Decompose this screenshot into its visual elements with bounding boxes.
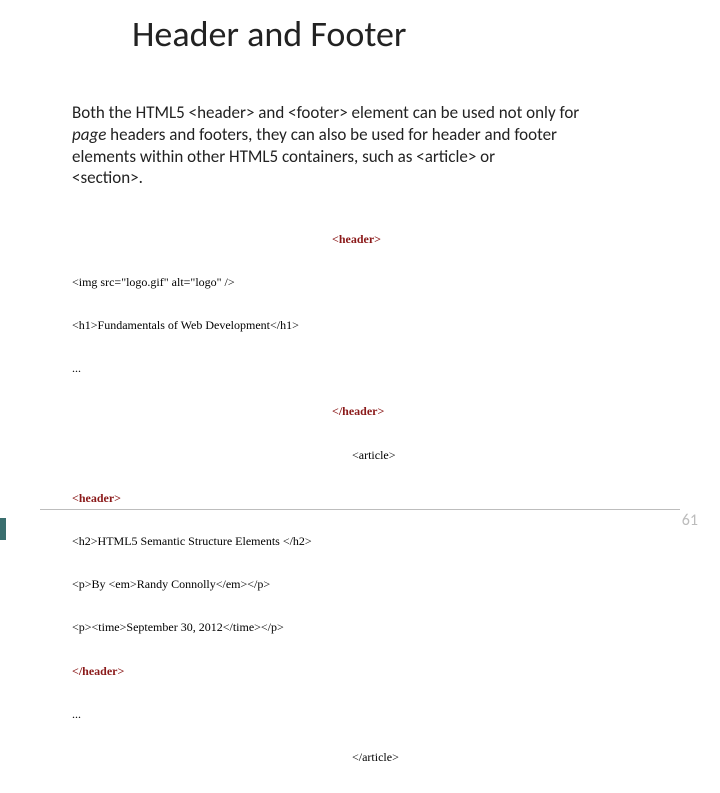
code-line-h1: <h1>Fundamentals of Web Development</h1>	[72, 318, 660, 332]
code-line-img: <img src="logo.gif" alt="logo" />	[72, 275, 660, 289]
code-tag-header-close-2: </header>	[72, 664, 124, 678]
code-line-h2: <h2>HTML5 Semantic Structure Elements </…	[72, 534, 660, 548]
code-line-by: <p>By <em>Randy Connolly</em></p>	[72, 577, 660, 591]
body-text-3: <section>.	[72, 167, 143, 188]
body-paragraph: Both the HTML5 <header> and <footer> ele…	[72, 102, 592, 189]
code-tag-header-open-1: <header>	[332, 232, 381, 246]
body-text-2: headers and footers, they can also be us…	[72, 124, 557, 167]
code-line-ellipsis-2: ...	[72, 707, 660, 721]
slide-title: Header and Footer	[132, 12, 660, 56]
code-tag-header-open-2: <header>	[72, 491, 121, 505]
code-tag-header-close-1: </header>	[332, 404, 384, 418]
code-line-time: <p><time>September 30, 2012</time></p>	[72, 620, 660, 634]
code-example: <header> <img src="logo.gif" alt="logo" …	[72, 203, 660, 793]
body-text-italic: page	[72, 124, 106, 145]
code-line-article-open: <article>	[72, 448, 660, 462]
footer-rule	[40, 509, 680, 510]
code-line-ellipsis-1: ...	[72, 361, 660, 375]
body-text-1: Both the HTML5 <header> and <footer> ele…	[72, 102, 579, 123]
page-number: 61	[682, 511, 698, 530]
code-line-article-close: </article>	[72, 750, 660, 764]
accent-bar	[0, 518, 6, 540]
